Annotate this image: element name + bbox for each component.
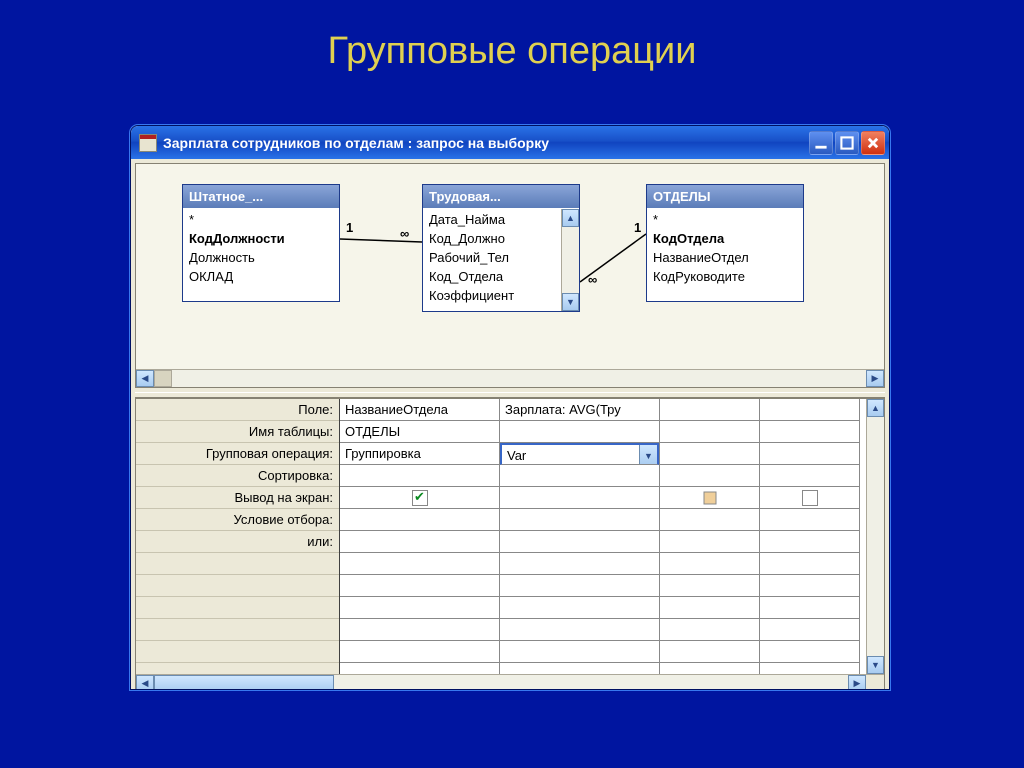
minimize-button[interactable] [809, 131, 833, 155]
scroll-left-icon[interactable]: ◀ [136, 675, 154, 690]
table-header-text: Штатное_... [189, 189, 263, 204]
grid-columns: НазваниеОтдела ОТДЕЛЫ Группировка Зарпла… [340, 399, 884, 690]
field[interactable]: Рабочий_Тел [423, 248, 561, 267]
rel2-left: ∞ [588, 272, 597, 287]
field[interactable]: Код_Должно [423, 229, 561, 248]
table-otdely[interactable]: ОТДЕЛЫ * КодОтдела НазваниеОтдел КодРуко… [646, 184, 804, 302]
maximize-button[interactable] [835, 131, 859, 155]
field[interactable]: * [183, 210, 339, 229]
design-grid: Поле: Имя таблицы: Групповая операция: С… [135, 398, 885, 690]
field[interactable]: ОКЛАД [183, 267, 339, 286]
cell-sort[interactable] [340, 465, 499, 487]
cell-show-checkbox[interactable] [500, 487, 659, 509]
cell-field[interactable]: НазваниеОтдела [340, 399, 499, 421]
grid-col-3[interactable] [660, 399, 760, 690]
cell-or[interactable] [340, 531, 499, 553]
cell-group-active[interactable]: Var ▼ Группировка SUM AVG MIN MAX COUNT … [500, 443, 659, 465]
label-criteria: Условие отбора: [136, 509, 339, 531]
grid-hscroll[interactable]: ◀ ▶ [136, 674, 884, 690]
grid-row-labels: Поле: Имя таблицы: Групповая операция: С… [136, 399, 340, 690]
grid-vscroll[interactable]: ▲ ▼ [866, 399, 884, 674]
rel2-right: 1 [634, 220, 641, 235]
field[interactable]: КодДолжности [183, 229, 339, 248]
label-or: или: [136, 531, 339, 553]
diagram-hscroll[interactable]: ◀ ▶ [136, 369, 884, 387]
table-trudovaya[interactable]: Трудовая... Дата_Найма Код_Должно Рабочи… [422, 184, 580, 312]
field-list: Дата_Найма Код_Должно Рабочий_Тел Код_От… [423, 208, 579, 307]
label-sort: Сортировка: [136, 465, 339, 487]
label-show: Вывод на экран: [136, 487, 339, 509]
table-header-text: Трудовая... [429, 189, 501, 204]
field[interactable]: Должность [183, 248, 339, 267]
close-button[interactable] [861, 131, 885, 155]
cell-or[interactable] [500, 531, 659, 553]
app-icon [139, 134, 157, 152]
cell-show-checkbox[interactable] [340, 487, 499, 509]
scroll-right-icon[interactable]: ▶ [866, 370, 884, 387]
cell-criteria[interactable] [500, 509, 659, 531]
slide-title: Групповые операции [0, 0, 1024, 73]
field-list: * КодДолжности Должность ОКЛАД [183, 208, 339, 288]
scroll-down-icon[interactable]: ▼ [867, 656, 884, 674]
rel1-left: 1 [346, 220, 353, 235]
field[interactable]: НазваниеОтдел [647, 248, 803, 267]
query-designer-window: Зарплата сотрудников по отделам : запрос… [130, 125, 890, 690]
scroll-up-icon[interactable]: ▲ [562, 209, 579, 227]
cell-table[interactable] [500, 421, 659, 443]
field[interactable]: КодРуководите [647, 267, 803, 286]
field[interactable]: Дата_Найма [423, 210, 561, 229]
grid-col-1[interactable]: НазваниеОтдела ОТДЕЛЫ Группировка [340, 399, 500, 690]
titlebar[interactable]: Зарплата сотрудников по отделам : запрос… [131, 126, 889, 159]
field[interactable]: Коэффициент [423, 286, 561, 305]
scroll-thumb[interactable] [154, 370, 172, 387]
scroll-left-icon[interactable]: ◀ [136, 370, 154, 387]
cell-show-checkbox[interactable] [660, 487, 759, 509]
label-groupop: Групповая операция: [136, 443, 339, 465]
scroll-down-icon[interactable]: ▼ [562, 293, 579, 311]
table-header[interactable]: ОТДЕЛЫ [647, 185, 803, 208]
label-table: Имя таблицы: [136, 421, 339, 443]
diagram-pane[interactable]: 1 ∞ ∞ 1 Штатное_... * КодДолжности Должн… [135, 163, 885, 388]
field[interactable]: Код_Отдела [423, 267, 561, 286]
scroll-thumb[interactable] [154, 675, 334, 690]
cell-sort[interactable] [500, 465, 659, 487]
grid-col-2[interactable]: Зарплата: AVG(Тру Var ▼ Группировка SUM … [500, 399, 660, 690]
dropdown-button[interactable]: ▼ [639, 445, 657, 465]
cell-group-value: Var [507, 448, 526, 463]
table-header-text: ОТДЕЛЫ [653, 189, 711, 204]
grid-col-4[interactable] [760, 399, 860, 690]
selection-marker [703, 491, 716, 504]
scroll-corner [866, 675, 884, 690]
cell-show-checkbox[interactable] [760, 487, 859, 509]
cell-table[interactable]: ОТДЕЛЫ [340, 421, 499, 443]
cell-group[interactable]: Группировка [340, 443, 499, 465]
table-shtatnoe[interactable]: Штатное_... * КодДолжности Должность ОКЛ… [182, 184, 340, 302]
field-list: * КодОтдела НазваниеОтдел КодРуководите [647, 208, 803, 288]
table-scrollbar[interactable]: ▲ ▼ [561, 209, 579, 311]
cell-criteria[interactable] [340, 509, 499, 531]
table-header[interactable]: Штатное_... [183, 185, 339, 208]
table-header[interactable]: Трудовая... [423, 185, 579, 208]
field[interactable]: * [647, 210, 803, 229]
scroll-right-icon[interactable]: ▶ [848, 675, 866, 690]
rel1-right: ∞ [400, 226, 409, 241]
field[interactable]: КодОтдела [647, 229, 803, 248]
window-title: Зарплата сотрудников по отделам : запрос… [163, 135, 807, 151]
label-field: Поле: [136, 399, 339, 421]
scroll-up-icon[interactable]: ▲ [867, 399, 884, 417]
cell-field[interactable]: Зарплата: AVG(Тру [500, 399, 659, 421]
